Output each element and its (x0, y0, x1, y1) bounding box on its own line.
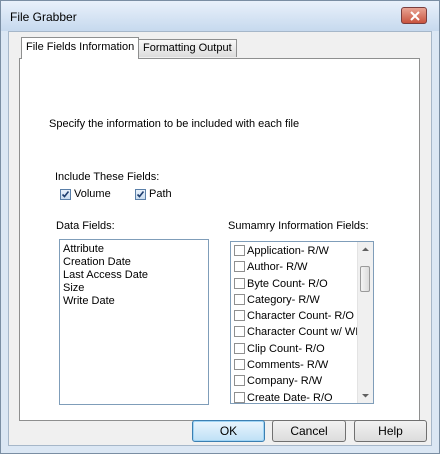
summary-field-label: Author- R/W (247, 261, 308, 274)
summary-field-checkbox[interactable] (234, 245, 245, 256)
summary-field-item[interactable]: Application- R/W (231, 243, 357, 259)
check-icon (136, 191, 145, 198)
path-checkbox[interactable] (135, 189, 146, 200)
summary-field-label: Character Count w/ WI (247, 326, 357, 339)
data-fields-label: Data Fields: (56, 220, 115, 232)
summary-fields-listbox[interactable]: Application- R/W Author- R/W Byte Count-… (230, 241, 374, 404)
summary-field-item[interactable]: Clip Count- R/O (231, 341, 357, 357)
data-fields-listbox[interactable]: Attribute Creation Date Last Access Date… (59, 239, 209, 405)
summary-field-item[interactable]: Comments- R/W (231, 357, 357, 373)
summary-field-checkbox[interactable] (234, 310, 245, 322)
instruction-text: Specify the information to be included w… (49, 118, 300, 130)
summary-field-checkbox[interactable] (234, 342, 245, 354)
summary-field-item[interactable]: Company- R/W (231, 373, 357, 389)
summary-field-checkbox[interactable] (234, 359, 245, 371)
summary-field-item[interactable]: Create Date- R/O (231, 390, 357, 404)
help-button[interactable]: Help (354, 420, 427, 442)
tab-label: Formatting Output (143, 42, 232, 54)
scroll-down-arrow-icon (362, 394, 369, 398)
summary-field-checkbox[interactable] (234, 326, 245, 338)
include-fields-label: Include These Fields: (55, 171, 160, 183)
summary-field-checkbox[interactable] (234, 375, 245, 387)
summary-field-label: Company- R/W (247, 375, 323, 388)
tab-label: File Fields Information (26, 41, 135, 53)
path-label: Path (149, 188, 172, 200)
summary-field-checkbox[interactable] (234, 293, 245, 305)
close-button[interactable] (401, 7, 427, 24)
ok-button[interactable]: OK (192, 420, 265, 442)
tab-file-fields-information[interactable]: File Fields Information (21, 37, 140, 59)
list-item[interactable]: Write Date (60, 295, 208, 308)
list-item[interactable]: Attribute (60, 243, 208, 256)
summary-field-label: Application- R/W (247, 245, 329, 257)
cancel-button[interactable]: Cancel (272, 420, 346, 442)
window-title: File Grabber (10, 10, 77, 24)
tab-formatting-output[interactable]: Formatting Output (138, 39, 237, 57)
summary-field-label: Category- R/W (247, 293, 320, 306)
summary-field-label: Comments- R/W (247, 359, 329, 372)
scroll-up-button[interactable] (358, 242, 373, 257)
list-item[interactable]: Last Access Date (60, 269, 208, 282)
summary-field-item[interactable]: Category- R/W (231, 292, 357, 308)
scroll-thumb[interactable] (360, 266, 370, 292)
summary-field-item[interactable]: Character Count w/ WI (231, 324, 357, 340)
tab-panel: Specify the information to be included w… (19, 58, 420, 421)
scroll-up-arrow-icon (362, 247, 369, 251)
summary-field-label: Byte Count- R/O (247, 277, 328, 290)
dialog-client-area: File Fields Information Formatting Outpu… (8, 31, 432, 446)
close-icon (410, 11, 420, 21)
file-grabber-window: File Grabber File Fields Information For… (0, 0, 440, 454)
summary-field-checkbox[interactable] (234, 277, 245, 289)
summary-scrollbar[interactable] (357, 242, 373, 403)
title-bar[interactable]: File Grabber (1, 1, 439, 31)
check-icon (61, 191, 70, 198)
list-item[interactable]: Size (60, 282, 208, 295)
scroll-down-button[interactable] (358, 388, 373, 403)
summary-field-item[interactable]: Author- R/W (231, 259, 357, 275)
summary-field-checkbox[interactable] (234, 261, 245, 273)
summary-field-item[interactable]: Character Count- R/O (231, 308, 357, 324)
summary-field-item[interactable]: Byte Count- R/O (231, 276, 357, 292)
volume-checkbox[interactable] (60, 189, 71, 200)
summary-field-label: Character Count- R/O (247, 310, 354, 323)
summary-fields-label: Sumamry Information Fields: (228, 220, 369, 232)
list-item[interactable]: Creation Date (60, 256, 208, 269)
summary-field-label: Create Date- R/O (247, 391, 333, 404)
summary-field-label: Clip Count- R/O (247, 342, 325, 355)
volume-label: Volume (74, 188, 111, 200)
summary-field-checkbox[interactable] (234, 391, 245, 403)
